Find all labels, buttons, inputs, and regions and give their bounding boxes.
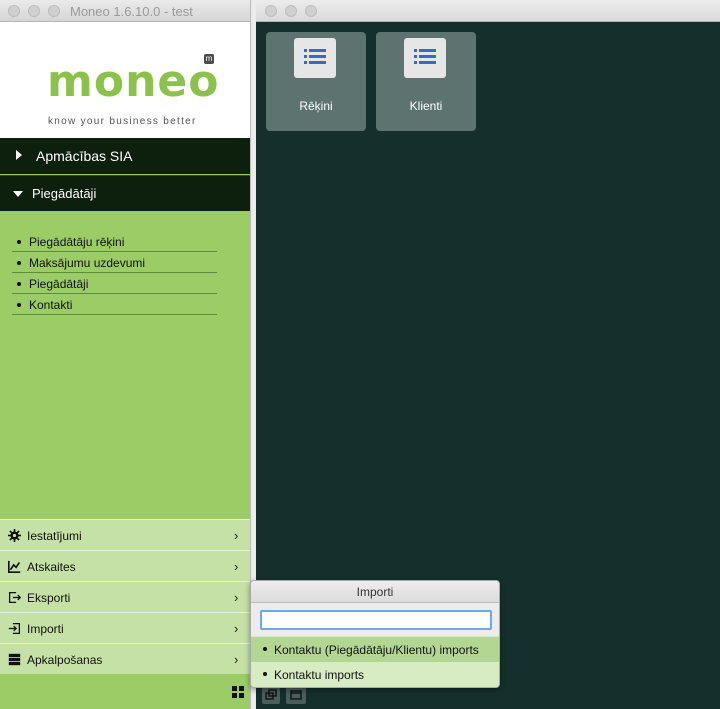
bottom-menu-label: Importi [27,622,64,636]
menu-item-piegadataju-rekini[interactable]: Piegādātāju rēķini [12,231,217,252]
company-header[interactable]: Apmācības SIA [0,138,250,174]
chevron-right-icon: › [234,652,239,667]
menu-item-label: Kontakti [29,298,73,312]
bottom-menu-importi[interactable]: Importi › [0,612,250,643]
bottom-menu-eksporti[interactable]: Eksporti › [0,581,250,612]
company-name: Apmācības SIA [36,148,133,164]
chevron-right-icon: › [234,590,239,605]
tile-klienti[interactable]: Klienti [376,32,476,131]
section-label: Piegādātāji [32,186,97,201]
tile-rekini[interactable]: Rēķini [266,32,366,131]
window-titlebar[interactable]: Moneo 1.6.10.0 - test [0,0,250,22]
popup-search-input[interactable] [260,610,492,630]
logo: moneo [47,56,220,107]
chart-icon [8,560,21,573]
close-window-button[interactable] [265,5,277,17]
bottom-menu-label: Atskaites [27,560,76,574]
bottom-menu-iestatijumi[interactable]: Iestatījumi › [0,519,250,550]
minimize-window-button[interactable] [28,5,40,17]
logo-badge: m [204,54,214,64]
gear-icon [8,529,21,542]
chevron-right-icon: › [234,621,239,636]
bottom-menu-atskaites[interactable]: Atskaites › [0,550,250,581]
bullet-icon [263,672,267,676]
bullet-icon [17,282,21,286]
bullet-icon [17,240,21,244]
chevron-down-icon [13,191,23,197]
bottom-menu-apkalposanas[interactable]: Apkalpošanas › [0,643,250,674]
logo-tagline: know your business better [48,116,197,127]
section-header-piegadataji[interactable]: Piegādātāji [0,175,250,211]
popup-search-area [251,603,499,636]
import-popup: Importi Kontaktu (Piegādātāju/Klientu) i… [250,580,500,688]
grid-icon[interactable] [232,686,244,698]
bullet-icon [17,303,21,307]
zoom-window-button[interactable] [305,5,317,17]
list-icon [404,38,446,78]
workspace-titlebar[interactable] [256,0,720,22]
window-title: Moneo 1.6.10.0 - test [70,4,193,19]
bottom-menu-label: Apkalpošanas [27,653,103,667]
menu-item-label: Maksājumu uzdevumi [29,256,146,270]
minimize-window-button[interactable] [285,5,297,17]
bottom-menu-label: Iestatījumi [27,529,82,543]
bullet-icon [263,647,267,651]
bottom-toolbar [0,674,250,709]
bottom-menu-label: Eksporti [27,591,71,605]
menu-item-label: Piegādātāji [29,277,89,291]
maximize-window-button[interactable] [286,686,306,704]
chevron-right-icon [16,150,22,160]
list-icon [294,38,336,78]
popup-item-kontaktu-imports[interactable]: Kontaktu imports [251,662,499,687]
logo-area: moneo m know your business better [0,22,250,138]
bullet-icon [17,261,21,265]
restore-icon [265,689,277,700]
zoom-window-button[interactable] [48,5,60,17]
tile-label: Klienti [409,99,443,113]
close-window-button[interactable] [8,5,20,17]
main-window: Moneo 1.6.10.0 - test moneo m know your … [0,0,251,709]
menu-item-kontakti[interactable]: Kontakti [12,294,217,315]
import-icon [8,622,21,635]
restore-windows-button[interactable] [262,686,280,704]
menu-item-maksajumu-uzdevumi[interactable]: Maksājumu uzdevumi [12,252,217,273]
popup-item-label: Kontaktu imports [274,668,365,682]
export-icon [8,591,21,604]
chevron-right-icon: › [234,528,239,543]
window-icon [290,690,302,700]
tile-label: Rēķini [299,99,333,113]
popup-item-kontaktu-piegadataju-klientu-imports[interactable]: Kontaktu (Piegādātāju/Klientu) imports [251,637,499,662]
popup-item-label: Kontaktu (Piegādātāju/Klientu) imports [274,643,479,657]
server-icon [8,653,21,666]
chevron-right-icon: › [234,559,239,574]
menu-item-label: Piegādātāju rēķini [29,235,125,249]
popup-title: Importi [251,581,499,603]
menu-item-piegadataji[interactable]: Piegādātāji [12,273,217,294]
